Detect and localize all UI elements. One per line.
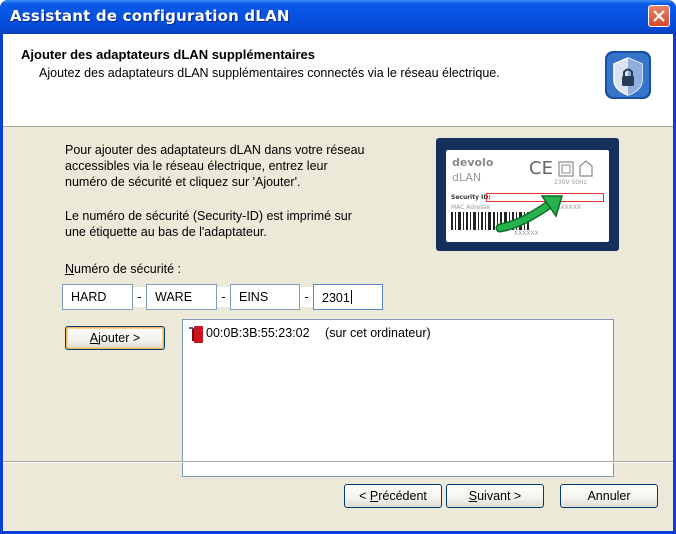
dialog-client-area: Ajouter des adaptateurs dLAN supplémenta… (3, 34, 673, 531)
instructions-line-3: numéro de sécurité et cliquez sur 'Ajout… (65, 175, 301, 189)
footer-separator (3, 461, 673, 463)
add-button-label: jouter > (98, 331, 141, 345)
cancel-button[interactable]: Annuler (560, 484, 658, 508)
header-title: Ajouter des adaptateurs dLAN supplémenta… (21, 47, 316, 62)
security-id-caption: Security ID: (451, 194, 491, 201)
security-label-text: uméro de sécurité : (74, 262, 182, 276)
window-title: Assistant de configuration dLAN (10, 7, 290, 25)
instructions-line-1: Pour ajouter des adaptateurs dLAN dans v… (65, 143, 365, 157)
add-button[interactable]: Ajouter > (65, 326, 165, 350)
add-button-mnemonic: A (89, 331, 99, 345)
separator-3: - (300, 287, 313, 307)
ce-mark: CE (529, 158, 553, 179)
adapter-note: (sur cet ordinateur) (325, 326, 431, 340)
separator-2: - (217, 287, 230, 307)
close-button[interactable] (648, 5, 670, 27)
note-line-2: une étiquette au bas de l'adaptateur. (65, 225, 267, 239)
back-button-prefix: < (359, 489, 370, 503)
device-label-card: devolo dLAN CE 230V 50Hz Security ID: MA… (446, 150, 609, 242)
security-id-field-2[interactable]: WARE (146, 284, 217, 310)
brand-name: devolo (452, 156, 494, 169)
dlan-adapter-icon (189, 326, 203, 343)
header-subtitle: Ajoutez des adaptateurs dLAN supplémenta… (39, 66, 500, 80)
instructions-line-2: accessibles via le réseau électrique, en… (65, 159, 328, 173)
adapter-mac: 00:0B:3B:55:23:02 (206, 326, 310, 340)
security-note-text: Le numéro de sécurité (Security-ID) est … (65, 208, 352, 240)
device-label-image: devolo dLAN CE 230V 50Hz Security ID: MA… (436, 138, 619, 251)
power-rating: 230V 50Hz (554, 179, 587, 186)
note-line-1: Le numéro de sécurité (Security-ID) est … (65, 209, 352, 223)
next-button[interactable]: Suivant > (446, 484, 544, 508)
list-item[interactable]: 00:0B:3B:55:23:02 (sur cet ordinateur) (189, 326, 431, 343)
mac-caption: MAC Adresse (451, 204, 491, 211)
title-bar[interactable]: Assistant de configuration dLAN (0, 0, 676, 34)
certification-icons (558, 160, 593, 177)
adapters-list[interactable]: 00:0B:3B:55:23:02 (sur cet ordinateur) (182, 319, 614, 477)
back-button[interactable]: < Précédent (344, 484, 442, 508)
security-id-field-3[interactable]: EINS (230, 284, 300, 310)
security-id-field-4-value: 2301 (322, 291, 350, 305)
text-cursor (350, 290, 352, 304)
security-id-field-1[interactable]: HARD (62, 284, 133, 310)
next-button-label: uivant > (477, 489, 522, 503)
pointer-arrow-icon (495, 195, 564, 233)
back-button-mnemonic: P (369, 489, 379, 503)
security-id-field-4[interactable]: 2301 (313, 284, 383, 310)
close-icon (653, 10, 665, 22)
security-label-mnemonic: N (65, 262, 75, 276)
brand-product: dLAN (452, 171, 482, 184)
back-button-label: récédent (378, 489, 427, 503)
separator-1: - (133, 287, 146, 307)
wizard-header: Ajouter des adaptateurs dLAN supplémenta… (3, 34, 673, 127)
next-button-mnemonic: S (468, 489, 478, 503)
dialog-window: Assistant de configuration dLAN Ajouter … (0, 0, 676, 534)
instructions-text: Pour ajouter des adaptateurs dLAN dans v… (65, 142, 365, 190)
security-shield-icon (605, 51, 651, 99)
security-number-label: Numéro de sécurité : (65, 261, 181, 277)
